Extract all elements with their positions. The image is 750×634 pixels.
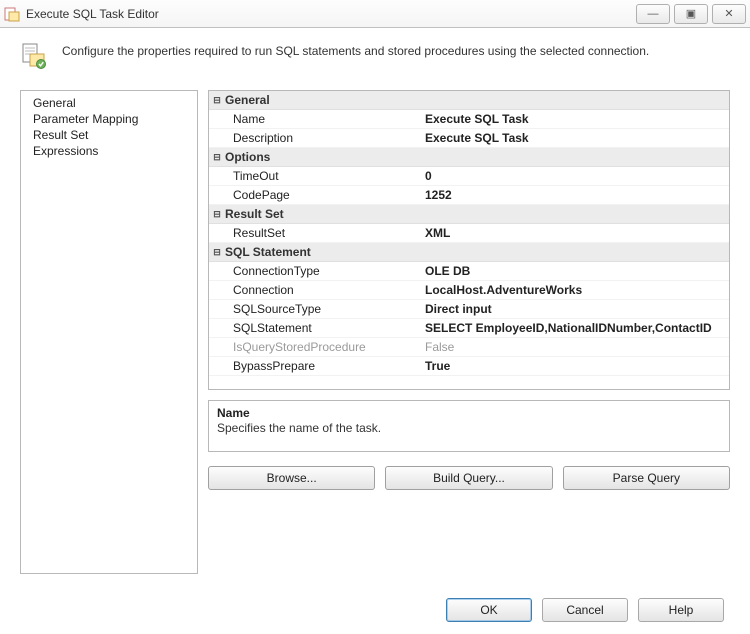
dialog-buttons: OK Cancel Help bbox=[20, 598, 730, 622]
help-button[interactable]: Help bbox=[638, 598, 724, 622]
help-title: Name bbox=[217, 406, 721, 420]
nav-item-expressions[interactable]: Expressions bbox=[21, 143, 197, 159]
maximize-button[interactable]: ▣ bbox=[674, 4, 708, 24]
section-options[interactable]: ⊟ Options bbox=[209, 148, 729, 167]
nav-item-general[interactable]: General bbox=[21, 95, 197, 111]
prop-codepage[interactable]: CodePage 1252 bbox=[209, 186, 729, 205]
section-general[interactable]: ⊟ General bbox=[209, 91, 729, 110]
prop-connection[interactable]: Connection LocalHost.AdventureWorks bbox=[209, 281, 729, 300]
expand-icon[interactable]: ⊟ bbox=[209, 209, 225, 220]
expand-icon[interactable]: ⊟ bbox=[209, 152, 225, 163]
nav-item-parameter-mapping[interactable]: Parameter Mapping bbox=[21, 111, 197, 127]
prop-isquerystoredprocedure: IsQueryStoredProcedure False bbox=[209, 338, 729, 357]
prop-resultset[interactable]: ResultSet XML bbox=[209, 224, 729, 243]
minimize-button[interactable]: ― bbox=[636, 4, 670, 24]
close-button[interactable]: ✕ bbox=[712, 4, 746, 24]
prop-bypassprepare[interactable]: BypassPrepare True bbox=[209, 357, 729, 376]
titlebar: Execute SQL Task Editor ― ▣ ✕ bbox=[0, 0, 750, 28]
prop-sqlsourcetype[interactable]: SQLSourceType Direct input bbox=[209, 300, 729, 319]
cancel-button[interactable]: Cancel bbox=[542, 598, 628, 622]
task-icon bbox=[4, 6, 20, 22]
category-nav: General Parameter Mapping Result Set Exp… bbox=[20, 90, 198, 574]
prop-sqlstatement[interactable]: SQLStatement SELECT EmployeeID,NationalI… bbox=[209, 319, 729, 338]
section-result-set[interactable]: ⊟ Result Set bbox=[209, 205, 729, 224]
sql-task-icon bbox=[20, 42, 48, 70]
property-grid: ⊟ General Name Execute SQL Task Descript… bbox=[208, 90, 730, 390]
help-box: Name Specifies the name of the task. bbox=[208, 400, 730, 452]
section-sql-statement[interactable]: ⊟ SQL Statement bbox=[209, 243, 729, 262]
browse-button[interactable]: Browse... bbox=[208, 466, 375, 490]
build-query-button[interactable]: Build Query... bbox=[385, 466, 552, 490]
header-text: Configure the properties required to run… bbox=[62, 42, 649, 58]
expand-icon[interactable]: ⊟ bbox=[209, 247, 225, 258]
prop-description[interactable]: Description Execute SQL Task bbox=[209, 129, 729, 148]
prop-connectiontype[interactable]: ConnectionType OLE DB bbox=[209, 262, 729, 281]
ok-button[interactable]: OK bbox=[446, 598, 532, 622]
prop-timeout[interactable]: TimeOut 0 bbox=[209, 167, 729, 186]
parse-query-button[interactable]: Parse Query bbox=[563, 466, 730, 490]
help-description: Specifies the name of the task. bbox=[217, 421, 721, 435]
prop-name[interactable]: Name Execute SQL Task bbox=[209, 110, 729, 129]
nav-item-result-set[interactable]: Result Set bbox=[21, 127, 197, 143]
header-row: Configure the properties required to run… bbox=[20, 42, 730, 70]
expand-icon[interactable]: ⊟ bbox=[209, 95, 225, 106]
window-title: Execute SQL Task Editor bbox=[26, 7, 632, 21]
